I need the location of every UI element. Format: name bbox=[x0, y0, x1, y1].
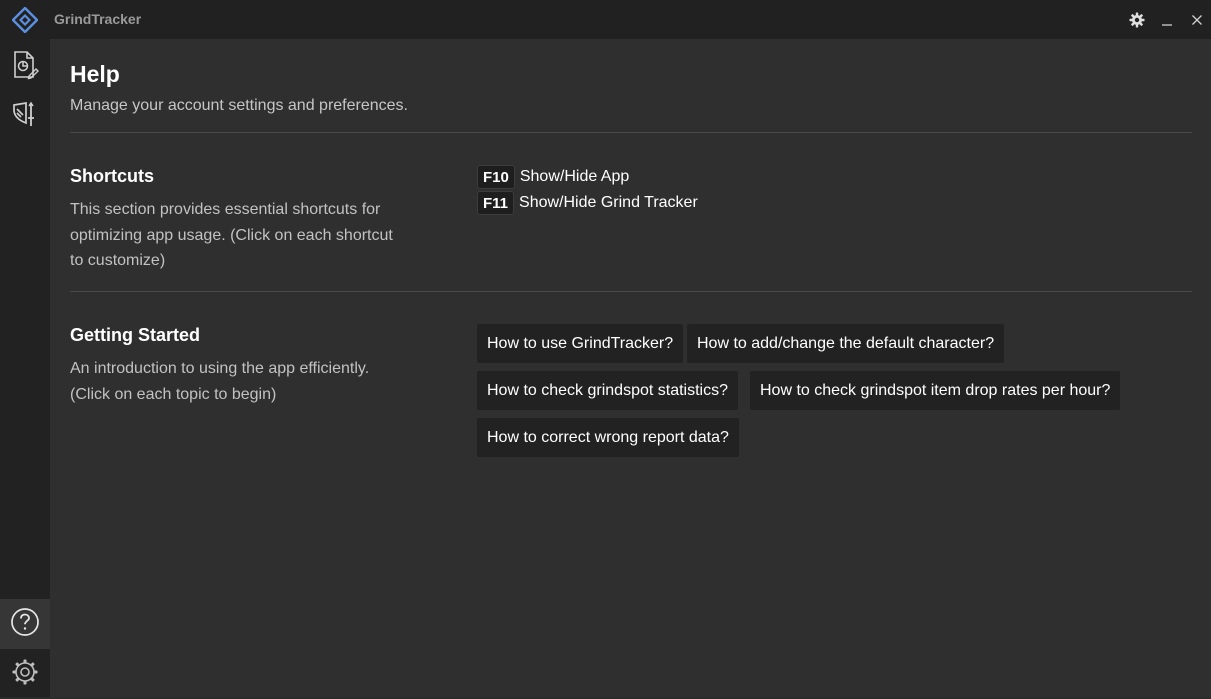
help-icon bbox=[10, 607, 40, 642]
shortcut-row[interactable]: F11 Show/Hide Grind Tracker bbox=[477, 191, 698, 215]
app-logo-icon bbox=[11, 6, 39, 34]
gear-icon[interactable] bbox=[1127, 10, 1147, 30]
getting-started-description: An introduction to using the app efficie… bbox=[70, 360, 370, 403]
app-title: GrindTracker bbox=[54, 11, 142, 27]
close-icon[interactable] bbox=[1187, 10, 1207, 30]
sidebar-item-grind[interactable] bbox=[0, 92, 50, 142]
report-icon bbox=[11, 50, 39, 85]
divider bbox=[70, 291, 1192, 292]
divider bbox=[70, 132, 1192, 133]
minimize-icon[interactable] bbox=[1157, 10, 1177, 30]
shortcut-label: Show/Hide App bbox=[519, 168, 630, 185]
shield-sword-icon bbox=[11, 101, 39, 134]
settings-icon bbox=[11, 658, 39, 691]
topic-button[interactable]: How to check grindspot item drop rates p… bbox=[750, 371, 1121, 410]
page-subtitle: Manage your account settings and prefere… bbox=[70, 97, 408, 114]
shortcuts-title: Shortcuts bbox=[70, 166, 155, 186]
shortcuts-description: This section provides essential shortcut… bbox=[70, 201, 393, 269]
shortcut-key[interactable]: F11 bbox=[477, 191, 515, 215]
page-title: Help bbox=[70, 61, 120, 87]
topic-button[interactable]: How to use GrindTracker? bbox=[477, 324, 684, 363]
topic-button[interactable]: How to add/change the default character? bbox=[687, 324, 1005, 363]
topic-button[interactable]: How to check grindspot statistics? bbox=[477, 371, 738, 410]
title-bar: GrindTracker bbox=[0, 0, 1211, 39]
shortcut-key[interactable]: F10 bbox=[477, 165, 515, 189]
sidebar-item-report[interactable] bbox=[0, 42, 50, 92]
topic-button[interactable]: How to correct wrong report data? bbox=[477, 418, 739, 457]
sidebar-item-settings[interactable] bbox=[0, 649, 50, 699]
sidebar-item-help[interactable] bbox=[0, 599, 50, 649]
shortcut-row[interactable]: F10 Show/Hide App bbox=[477, 165, 629, 189]
main-content: Help Manage your account settings and pr… bbox=[50, 39, 1211, 697]
shortcut-label: Show/Hide Grind Tracker bbox=[519, 194, 698, 211]
getting-started-title: Getting Started bbox=[70, 325, 201, 345]
sidebar bbox=[0, 39, 50, 697]
